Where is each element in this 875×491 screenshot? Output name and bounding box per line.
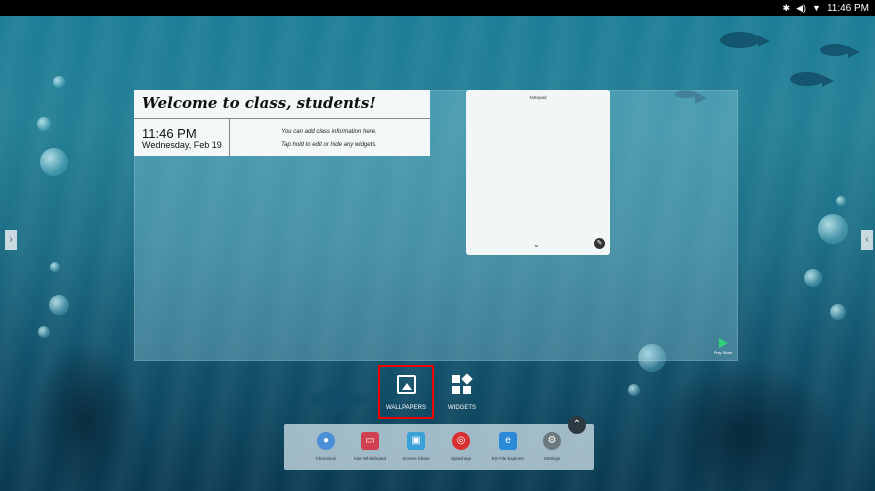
bubble-decoration — [40, 148, 68, 176]
playstore-label: Play Store — [713, 350, 733, 355]
volume-icon: ◀) — [796, 2, 807, 13]
dock-app-settings[interactable]: ⚙ Settings — [530, 432, 574, 461]
class-info-line: Tap hold to edit or hide any widgets. — [281, 142, 377, 148]
wifi-icon: ▼ — [812, 3, 821, 13]
dock-app-label: Chromium — [315, 456, 337, 461]
divider — [134, 118, 430, 119]
dock-app-chromium[interactable]: ● Chromium — [304, 432, 348, 461]
welcome-widget[interactable]: Welcome to class, students! 11:46 PM Wed… — [134, 90, 430, 156]
status-bar: ✱ ◀) ▼ 11:46 PM — [0, 0, 875, 16]
bubble-decoration — [49, 295, 69, 315]
playstore-icon — [718, 338, 728, 348]
widgets-icon — [452, 373, 473, 395]
chromium-icon: ● — [317, 432, 335, 450]
playstore-shortcut[interactable]: Play Store — [708, 338, 738, 358]
bubble-decoration — [836, 196, 846, 206]
notepad-widget[interactable]: Notepad ⌄ ✎ — [466, 90, 610, 255]
dock-app-kite-whiteboard[interactable]: ▭ Kite Whiteboard — [348, 432, 392, 461]
wallpaper-icon — [397, 375, 416, 394]
clock-time: 11:46 PM — [142, 126, 197, 141]
dock-app-splashtop[interactable]: ◎ Splashtop — [439, 432, 483, 461]
fish-decoration — [720, 32, 770, 48]
dock-app-screen-share[interactable]: ▣ Screen Share — [394, 432, 438, 461]
fish-decoration — [790, 72, 834, 87]
bubble-decoration — [53, 76, 65, 88]
dock-app-label: Screen Share — [402, 456, 430, 461]
chevron-up-icon: ⌃ — [572, 419, 582, 430]
chevron-right-icon: › — [9, 234, 13, 245]
app-dock: ● Chromium ▭ Kite Whiteboard ▣ Screen Sh… — [284, 424, 594, 470]
widgets-label: WIDGETS — [448, 405, 476, 411]
widgets-button[interactable]: WIDGETS — [436, 367, 488, 417]
dock-app-label: Kite Whiteboard — [353, 456, 387, 461]
screen-share-icon: ▣ — [407, 432, 425, 450]
bubble-decoration — [37, 117, 51, 131]
bubble-decoration — [804, 269, 822, 287]
class-info-line: You can add class information here. — [281, 129, 377, 135]
file-explorer-icon: e — [499, 432, 517, 450]
dock-app-label: Splashtop — [450, 456, 471, 461]
coral-decoration — [30, 340, 140, 491]
fish-decoration — [820, 44, 860, 59]
bubble-decoration — [818, 214, 848, 244]
bluetooth-icon: ✱ — [782, 2, 791, 13]
dock-app-label: Settings — [543, 456, 561, 461]
bubble-decoration — [38, 326, 50, 338]
page-left-button[interactable]: › — [5, 230, 17, 250]
chevron-down-icon[interactable]: ⌄ — [533, 240, 540, 249]
bubble-decoration — [50, 262, 60, 272]
expand-dock-button[interactable]: ⌃ — [568, 416, 586, 434]
fish-decoration — [310, 390, 370, 410]
page-right-button[interactable]: ‹ — [861, 230, 873, 250]
splashtop-icon: ◎ — [452, 432, 470, 450]
wallpapers-label: WALLPAPERS — [385, 405, 426, 411]
settings-icon: ⚙ — [543, 432, 561, 450]
bubble-decoration — [628, 384, 640, 396]
clock-date: Wednesday, Feb 19 — [142, 140, 222, 150]
dock-app-label: ES File Explorer — [491, 456, 525, 461]
status-time: 11:46 PM — [826, 2, 869, 14]
chevron-left-icon: ‹ — [865, 234, 869, 245]
welcome-title: Welcome to class, students! — [142, 94, 376, 112]
whiteboard-icon: ▭ — [361, 432, 379, 450]
bubble-decoration — [830, 304, 846, 320]
dock-app-es-file-explorer[interactable]: e ES File Explorer — [486, 432, 530, 461]
class-info-text: You can add class information here. Tap … — [234, 126, 424, 152]
wallpapers-button[interactable]: WALLPAPERS — [378, 365, 434, 419]
pencil-icon[interactable]: ✎ — [594, 238, 605, 249]
divider — [229, 118, 230, 156]
notepad-title: Notepad — [529, 95, 547, 100]
